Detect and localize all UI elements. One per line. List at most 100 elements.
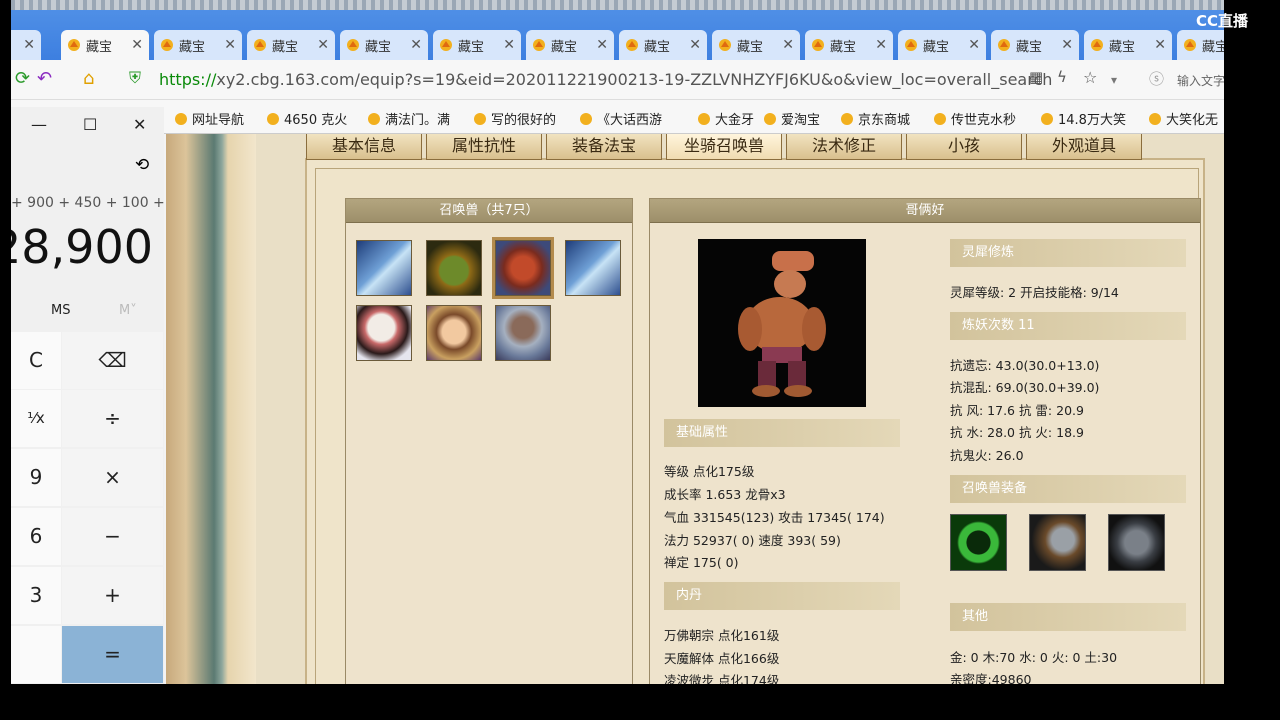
browser-tab[interactable]: 藏宝✕ <box>154 30 242 60</box>
tab-close-icon[interactable]: ✕ <box>224 37 236 53</box>
tab-close-icon[interactable]: ✕ <box>689 37 701 53</box>
browser-tab[interactable]: 藏宝✕ <box>433 30 521 60</box>
bookmark-item[interactable]: 网址导航 <box>174 109 244 128</box>
browser-tab[interactable]: 藏宝✕ <box>712 30 800 60</box>
pet-thumb-1[interactable] <box>356 240 412 296</box>
key-3[interactable]: 3 <box>11 567 61 624</box>
attr-level: 等级 点化175级 <box>664 464 755 479</box>
bookmark-item[interactable]: 传世克水秒 <box>933 109 1016 128</box>
bookmark-item[interactable]: 4650 克火 <box>266 109 347 128</box>
tab-close-icon[interactable]: ✕ <box>1154 37 1166 53</box>
tab-close-icon[interactable]: ✕ <box>596 37 608 53</box>
bookmark-item[interactable]: 《大话西游 <box>579 109 662 128</box>
bookmark-item[interactable]: 写的很好的 <box>473 109 556 128</box>
tab-close-icon[interactable]: ✕ <box>503 37 515 53</box>
url-field[interactable]: https://xy2.cbg.163.com/equip?s=19&eid=2… <box>159 70 1052 89</box>
qr-icon[interactable]: ▦ <box>1029 68 1043 86</box>
tab-close-icon[interactable]: ✕ <box>410 37 422 53</box>
tab-close-icon[interactable]: ✕ <box>317 37 329 53</box>
bookmark-label: 14.8万大笑 <box>1058 113 1126 128</box>
pet-thumb-2[interactable] <box>426 240 482 296</box>
page-tab[interactable]: 法术修正 <box>786 134 902 160</box>
key-6[interactable]: 6 <box>11 508 61 565</box>
bookmark-label: 《大话西游 <box>597 113 663 128</box>
tab-close-icon[interactable]: ✕ <box>875 37 887 53</box>
browser-tab[interactable]: 藏宝✕ <box>898 30 986 60</box>
key-divide[interactable]: ÷ <box>62 390 163 447</box>
bookmark-item[interactable]: 大笑化无 <box>1148 109 1218 128</box>
tab-close-icon[interactable]: ✕ <box>1061 37 1073 53</box>
key-backspace[interactable]: ⌫ <box>62 332 163 389</box>
minimize-icon[interactable]: — <box>31 115 47 134</box>
key-plus[interactable]: + <box>62 567 163 624</box>
decorative-border <box>166 134 256 684</box>
bookmark-label: 爱淘宝 <box>781 113 821 128</box>
favicon-icon <box>253 38 267 52</box>
page-tab[interactable]: 装备法宝 <box>546 134 662 160</box>
browser-tab[interactable]: 藏宝 ✕ <box>619 30 707 60</box>
maximize-icon[interactable]: ☐ <box>83 115 97 134</box>
bookmark-item[interactable]: 满法门。满 <box>367 109 450 128</box>
key-9[interactable]: 9 <box>11 449 61 506</box>
star-icon[interactable]: ☆ <box>1083 68 1097 87</box>
browser-tab[interactable]: 藏宝✕ <box>340 30 428 60</box>
undo-icon[interactable]: ↶ <box>37 68 52 89</box>
key-reciprocal[interactable]: ⅟x <box>11 390 61 447</box>
ms-button[interactable]: MS <box>51 303 70 318</box>
search-input[interactable]: 输入文字 <box>1177 72 1224 89</box>
lightning-icon[interactable]: ϟ <box>1057 68 1067 86</box>
page-tab[interactable]: 小孩 <box>906 134 1022 160</box>
page-tab[interactable]: 外观道具 <box>1026 134 1142 160</box>
browser-tab[interactable]: 藏宝✕ <box>11 30 41 60</box>
bookmark-item[interactable]: 14.8万大笑 <box>1040 109 1126 128</box>
pet-thumb-3-selected[interactable] <box>492 237 554 299</box>
bookmark-item[interactable]: 京东商城 <box>840 109 910 128</box>
key-c[interactable]: C <box>11 332 61 389</box>
equip-armor-icon[interactable] <box>1108 514 1165 571</box>
history-icon[interactable]: ⟲ <box>135 155 149 175</box>
page-tab[interactable]: 基本信息 <box>306 134 422 160</box>
tab-close-icon[interactable]: ✕ <box>131 37 143 53</box>
browser-tab[interactable]: 藏宝✕ <box>1177 30 1224 60</box>
browser-tab[interactable]: 藏宝 ✕ <box>526 30 614 60</box>
browser-tab[interactable]: 藏宝✕ <box>1084 30 1172 60</box>
bookmark-item[interactable]: 爱淘宝 <box>763 109 820 128</box>
page-tab[interactable]: 属性抗性 <box>426 134 542 160</box>
refresh-icon[interactable]: ⟳ <box>15 68 30 89</box>
tab-label: 藏宝 <box>1202 39 1224 55</box>
key-blank[interactable] <box>11 626 61 683</box>
screen: 藏宝✕藏宝✕藏宝✕藏宝✕藏宝✕藏宝✕藏宝✕藏宝✕藏宝✕藏宝✕藏宝✕藏宝✕藏宝✕藏… <box>0 0 1280 720</box>
browser-tab[interactable]: 藏宝✕ <box>805 30 893 60</box>
chevron-down-icon[interactable]: ▾ <box>1111 73 1117 87</box>
tab-close-icon[interactable]: ✕ <box>782 37 794 53</box>
calc-display: 28,900 <box>11 220 153 274</box>
browser-tab[interactable]: 藏宝✕ <box>61 30 149 60</box>
key-multiply[interactable]: × <box>62 449 163 506</box>
pet-thumb-6[interactable] <box>426 305 482 361</box>
neidan-1: 万佛朝宗 点化161级 <box>664 628 780 643</box>
equip-ring-icon[interactable] <box>950 514 1007 571</box>
mplus-button[interactable]: M˅ <box>119 303 137 318</box>
tab-label: 藏宝 <box>644 39 671 55</box>
browser-tab[interactable]: 藏宝✕ <box>991 30 1079 60</box>
tab-close-icon[interactable]: ✕ <box>968 37 980 53</box>
tab-label: 藏宝 <box>551 39 578 55</box>
home-icon[interactable]: ⌂ <box>83 68 94 89</box>
pet-thumb-5[interactable] <box>356 305 412 361</box>
bookmark-label: 大笑化无 <box>1166 113 1219 128</box>
attr-hp-attack: 气血 331545(123) 攻击 17345( 174) <box>664 510 885 525</box>
browser-tab[interactable]: 藏宝✕ <box>247 30 335 60</box>
pet-thumb-7[interactable] <box>495 305 551 361</box>
pet-thumb-4[interactable] <box>565 240 621 296</box>
favicon-icon <box>904 38 918 52</box>
bookmark-item[interactable]: 大金牙 <box>697 109 754 128</box>
equip-spade-icon[interactable] <box>1029 514 1086 571</box>
section-other: 其他 <box>950 603 1186 631</box>
main-panel: 召唤兽（共7只） 哥俩好 基础属性 等级 点化175级 成长率 1.653 龙骨… <box>305 158 1205 684</box>
tab-close-icon[interactable]: ✕ <box>23 37 35 53</box>
key-equals[interactable]: = <box>62 626 163 683</box>
key-minus[interactable]: − <box>62 508 163 565</box>
page-tab[interactable]: 坐骑召唤兽 <box>666 134 782 160</box>
close-icon[interactable]: ✕ <box>133 115 146 134</box>
favicon-icon <box>532 38 546 52</box>
